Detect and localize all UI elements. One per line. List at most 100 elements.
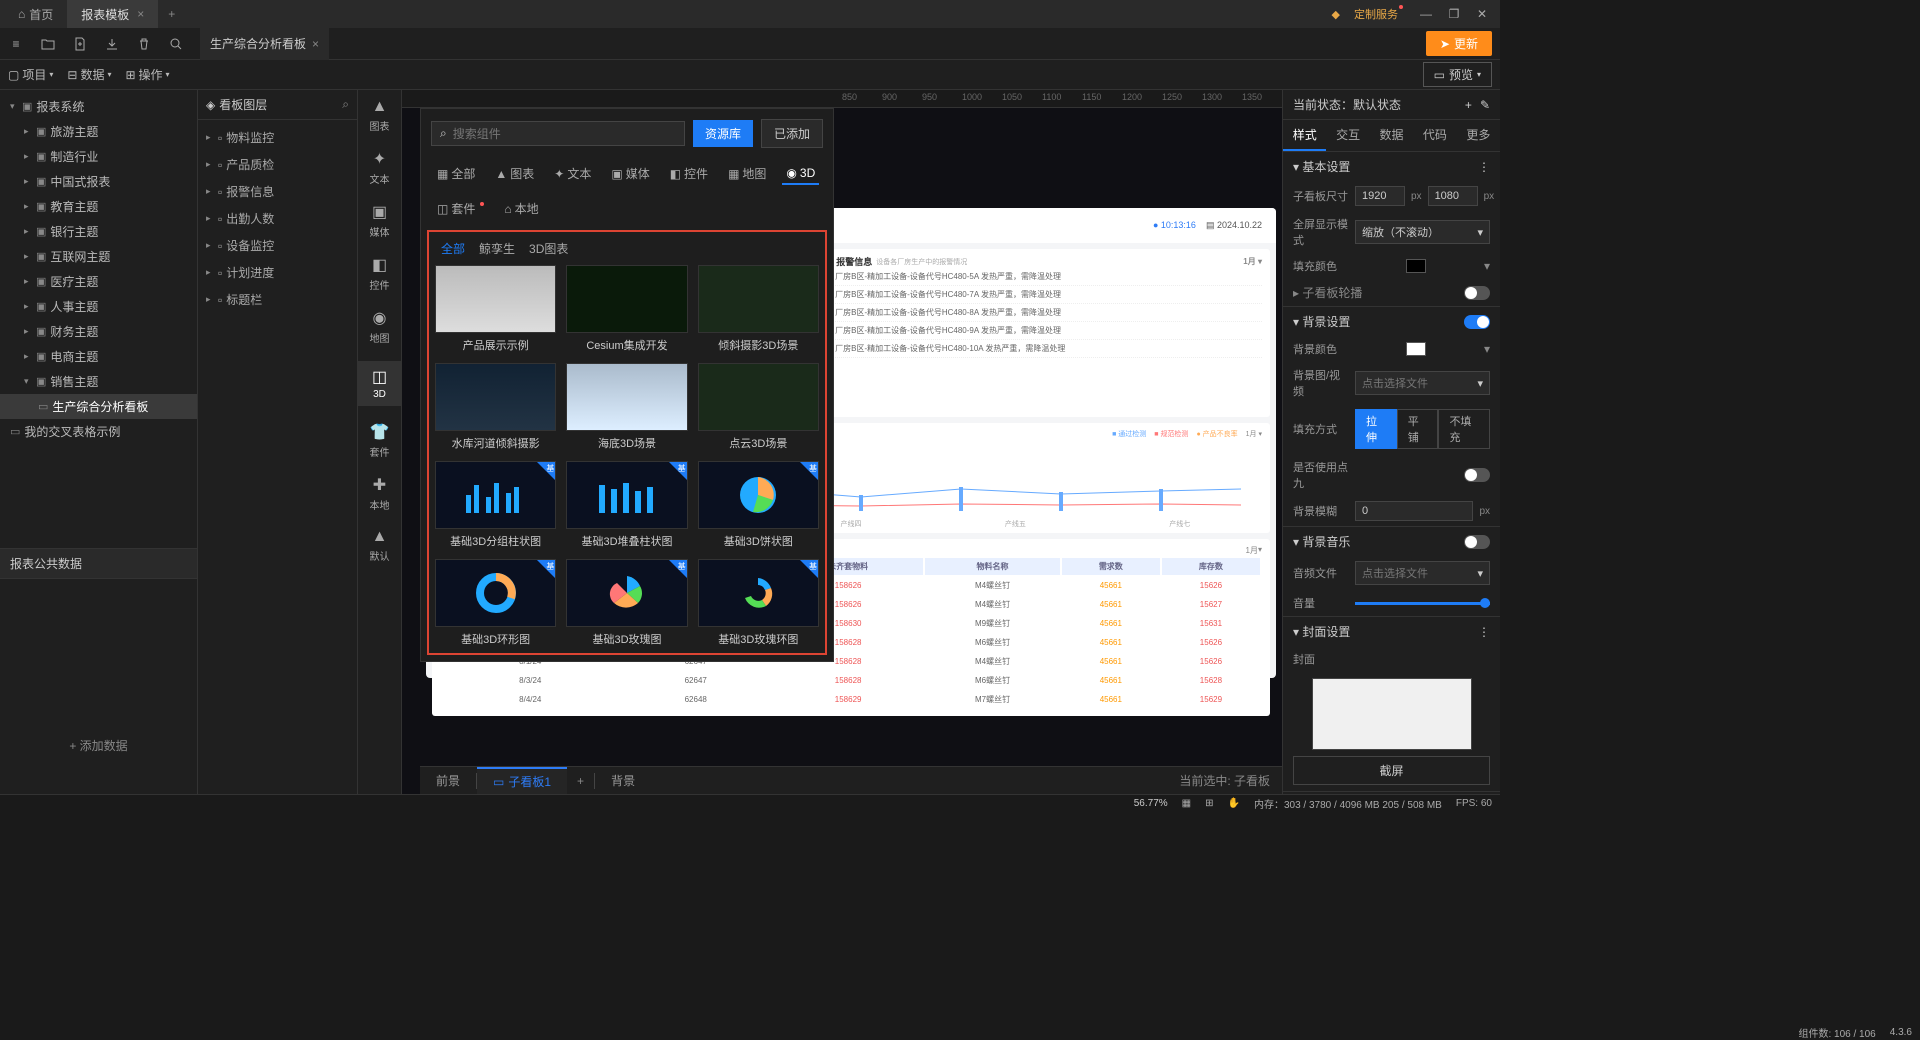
bg-toggle[interactable] (1464, 315, 1490, 329)
cat-all[interactable]: ▦ 全部 (433, 162, 479, 185)
layer-item[interactable]: ▸▫出勤人数 (198, 205, 357, 232)
edit-state-icon[interactable]: ✎ (1480, 98, 1490, 112)
menu-operate[interactable]: ⊞操作▾ (125, 66, 169, 83)
tree-root[interactable]: ▾▣报表系统 (0, 94, 197, 119)
file-add-icon[interactable] (64, 28, 96, 60)
tab-home[interactable]: ⌂ 首页 (4, 0, 67, 28)
vicon-text[interactable]: ✦文本 (358, 149, 402, 186)
tree-item[interactable]: ▸▣中国式报表 (0, 169, 197, 194)
search-icon[interactable]: ⌕ (342, 97, 349, 112)
menu-project[interactable]: ▢项目▾ (8, 66, 53, 83)
component-card[interactable]: 海底3D场景 (566, 363, 687, 451)
component-card[interactable]: 基础3D玫瑰图 (566, 559, 687, 647)
more-icon[interactable]: ⋮ (1478, 625, 1490, 639)
tree-item[interactable]: ▸▣医疗主题 (0, 269, 197, 294)
cat-3d[interactable]: ◉ 3D (782, 162, 819, 185)
canvas-area[interactable]: 8509009501000105011001150120012501300135… (402, 90, 1282, 794)
more-icon[interactable]: ⋮ (1478, 160, 1490, 174)
added-button[interactable]: 已添加 (761, 119, 823, 148)
tab-active[interactable]: 报表模板 × (67, 0, 158, 28)
vicon-default[interactable]: ▲默认 (358, 528, 402, 563)
height-input[interactable] (1428, 186, 1478, 206)
vicon-map[interactable]: ◉地图 (358, 308, 402, 345)
component-card[interactable]: 倾斜摄影3D场景 (698, 265, 819, 353)
cat-local[interactable]: ⌂ 本地 (500, 197, 542, 220)
close-icon[interactable]: × (312, 37, 319, 51)
canvas-tab-add[interactable]: + (567, 774, 594, 788)
public-data-header[interactable]: 报表公共数据 (0, 548, 197, 579)
add-data-button[interactable]: + 添加数据 (0, 729, 197, 762)
component-card[interactable]: 产品展示示例 (435, 265, 556, 353)
canvas-tab-sub[interactable]: ▭ 子看板1 (477, 767, 567, 795)
component-card[interactable]: 基础3D玫瑰环图 (698, 559, 819, 647)
screenshot-button[interactable]: 截屏 (1293, 756, 1490, 785)
tree-item[interactable]: ▸▣财务主题 (0, 319, 197, 344)
layer-item[interactable]: ▸▫物料监控 (198, 124, 357, 151)
tree-item[interactable]: ▸▣旅游主题 (0, 119, 197, 144)
minimize-button[interactable]: — (1412, 0, 1440, 28)
vicon-3d[interactable]: ◫3D (358, 361, 402, 406)
component-card[interactable]: 基础3D环形图 (435, 559, 556, 647)
component-card[interactable]: 点云3D场景 (698, 363, 819, 451)
cat-text[interactable]: ✦ 文本 (550, 162, 595, 185)
search-input[interactable] (453, 127, 676, 141)
tree-cross[interactable]: ▭我的交叉表格示例 (0, 419, 197, 444)
width-input[interactable] (1355, 186, 1405, 206)
snap-toggle-icon[interactable]: ⊞ (1205, 798, 1213, 809)
tree-item[interactable]: ▸▣银行主题 (0, 219, 197, 244)
cat-control[interactable]: ◧ 控件 (666, 162, 712, 185)
update-button[interactable]: ➤ 更新 (1426, 31, 1492, 56)
nine-toggle[interactable] (1464, 468, 1490, 482)
component-card[interactable]: 水库河道倾斜摄影 (435, 363, 556, 451)
cat-suite[interactable]: ◫ 套件 (433, 197, 488, 220)
tree-item[interactable]: ▸▣制造行业 (0, 144, 197, 169)
display-mode-select[interactable]: 缩放（不滚动）▾ (1355, 220, 1490, 244)
fill-none[interactable]: 不填充 (1438, 409, 1490, 449)
volume-slider[interactable] (1355, 602, 1490, 605)
maximize-button[interactable]: ❐ (1440, 0, 1468, 28)
component-card[interactable]: 基础3D堆叠柱状图 (566, 461, 687, 549)
prop-tab-interact[interactable]: 交互 (1326, 120, 1369, 151)
music-file-select[interactable]: 点击选择文件▾ (1355, 561, 1490, 585)
preview-button[interactable]: ▭ 预览▾ (1423, 62, 1492, 87)
fill-color-swatch[interactable] (1406, 259, 1426, 273)
prop-tab-code[interactable]: 代码 (1413, 120, 1456, 151)
custom-service-link[interactable]: 定制服务 (1354, 6, 1398, 22)
bg-color-swatch[interactable] (1406, 342, 1426, 356)
close-button[interactable]: ✕ (1468, 0, 1496, 28)
folder-open-icon[interactable] (32, 28, 64, 60)
prop-tab-style[interactable]: 样式 (1283, 120, 1326, 151)
search-icon[interactable] (160, 28, 192, 60)
menu-data[interactable]: ⊟数据▾ (67, 66, 111, 83)
vicon-local[interactable]: ✚本地 (358, 475, 402, 512)
blur-input[interactable] (1355, 501, 1473, 521)
component-card[interactable]: Cesium集成开发 (566, 265, 687, 353)
subcat-all[interactable]: 全部 (441, 240, 465, 257)
layer-item[interactable]: ▸▫报警信息 (198, 178, 357, 205)
vicon-media[interactable]: ▣媒体 (358, 202, 402, 239)
bg-image-select[interactable]: 点击选择文件▾ (1355, 371, 1490, 395)
canvas-tab-front[interactable]: 前景 (420, 767, 476, 795)
cat-chart[interactable]: ▲ 图表 (491, 162, 538, 185)
subcat-twin[interactable]: 鲸孪生 (479, 240, 515, 257)
carousel-toggle[interactable] (1464, 286, 1490, 300)
tree-item[interactable]: ▸▣教育主题 (0, 194, 197, 219)
add-state-icon[interactable]: + (1465, 98, 1472, 112)
zoom-level[interactable]: 56.77% (1134, 798, 1168, 809)
layer-item[interactable]: ▸▫计划进度 (198, 259, 357, 286)
hand-tool-icon[interactable]: ✋ (1228, 798, 1240, 809)
tree-item[interactable]: ▸▣电商主题 (0, 344, 197, 369)
tree-item[interactable]: ▸▣人事主题 (0, 294, 197, 319)
music-toggle[interactable] (1464, 535, 1490, 549)
layer-item[interactable]: ▸▫设备监控 (198, 232, 357, 259)
cat-map[interactable]: ▦ 地图 (724, 162, 770, 185)
download-icon[interactable] (96, 28, 128, 60)
vicon-control[interactable]: ◧控件 (358, 255, 402, 292)
layer-item[interactable]: ▸▫产品质检 (198, 151, 357, 178)
layer-item[interactable]: ▸▫标题栏 (198, 286, 357, 313)
tree-item[interactable]: ▸▣互联网主题 (0, 244, 197, 269)
tree-item[interactable]: ▾▣销售主题 (0, 369, 197, 394)
component-card[interactable]: 基础3D分组柱状图 (435, 461, 556, 549)
vicon-chart[interactable]: ▲图表 (358, 98, 402, 133)
tab-add[interactable]: + (158, 7, 185, 21)
